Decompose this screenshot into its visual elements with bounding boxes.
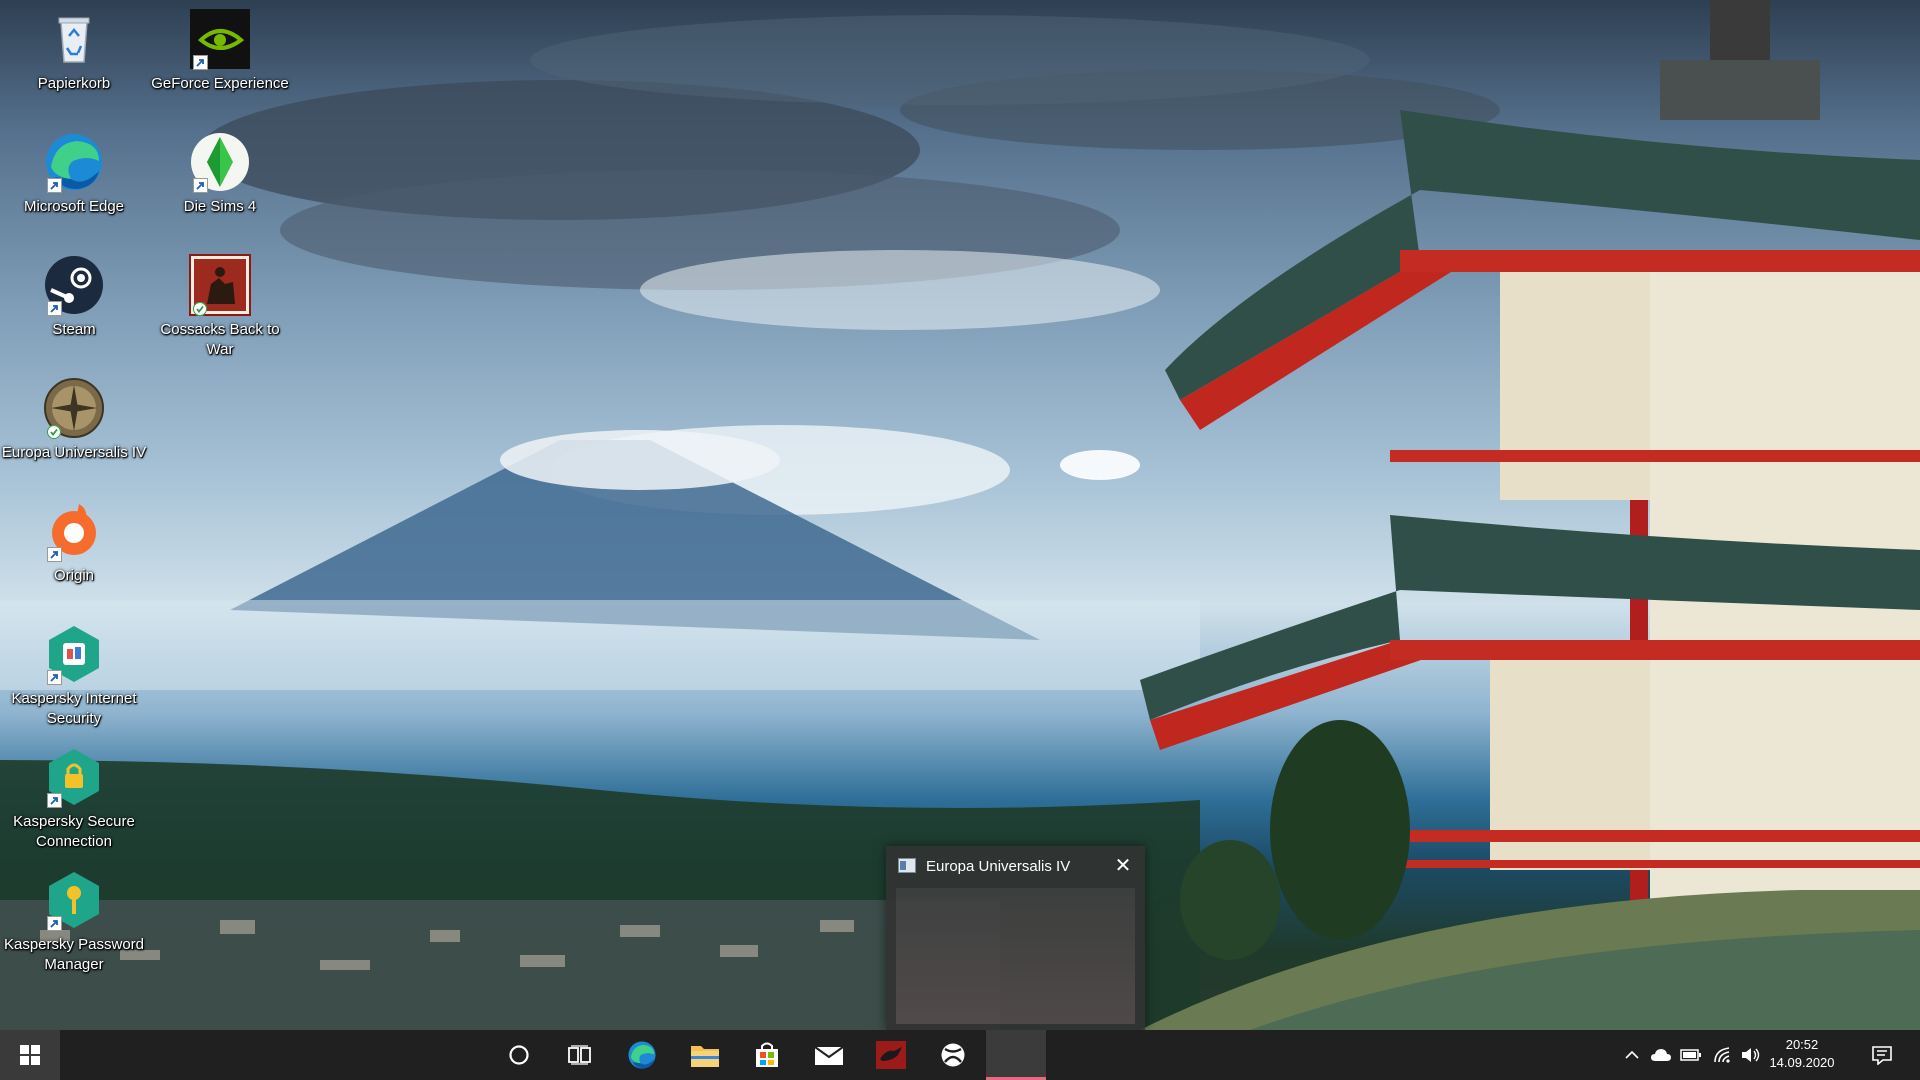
xbox-icon — [941, 1043, 965, 1067]
taskbar-file-explorer-button[interactable] — [680, 1030, 730, 1080]
desktop-icon-label: Origin — [53, 567, 94, 584]
desktop-icon-kaspersky-secure-connection[interactable]: Kaspersky Secure Connection — [0, 746, 148, 852]
start-button[interactable] — [0, 1030, 60, 1080]
desktop-icon-origin[interactable]: Origin — [0, 500, 148, 586]
cortana-icon — [509, 1045, 529, 1065]
store-icon — [756, 1042, 778, 1067]
desktop-icon-label: Microsoft Edge — [23, 198, 125, 215]
taskbar-game-button[interactable] — [866, 1030, 916, 1080]
sync-status-icon — [193, 302, 207, 316]
volume-icon — [1742, 1048, 1760, 1062]
desktop-icon-eu4[interactable]: Europa Universalis IV — [0, 377, 148, 463]
shortcut-arrow-icon — [193, 55, 208, 70]
desktop-icon-steam[interactable]: Steam — [0, 254, 148, 340]
desktop-icon-label: Europa Universalis IV — [1, 444, 147, 461]
origin-icon — [43, 500, 105, 562]
kaspersky-vpn-icon — [43, 746, 105, 808]
desktop-icon-label: Papierkorb — [37, 75, 111, 92]
desktop-icon-label: Steam — [52, 321, 96, 338]
task-view-icon — [568, 1045, 591, 1065]
taskbar-store-button[interactable] — [742, 1030, 792, 1080]
taskbar-xbox-button[interactable] — [928, 1030, 978, 1080]
window-icon — [898, 858, 916, 873]
preview-title: Europa Universalis IV — [926, 858, 1071, 875]
game-icon — [876, 1041, 906, 1069]
steam-icon — [43, 254, 105, 316]
sims-plumbob-icon — [189, 131, 251, 193]
start-icon — [20, 1045, 40, 1065]
edge-icon — [628, 1041, 656, 1069]
preview-thumbnail[interactable] — [896, 888, 1135, 1024]
shortcut-arrow-icon — [47, 547, 62, 562]
chevron-up-icon — [1625, 1050, 1639, 1059]
battery-button[interactable] — [1678, 1045, 1704, 1065]
close-icon[interactable]: ✕ — [1111, 854, 1135, 878]
kaspersky-shield-icon — [43, 623, 105, 685]
battery-icon — [1680, 1049, 1701, 1061]
desktop-icon-geforce[interactable]: GeForce Experience — [146, 8, 294, 94]
onedrive-icon — [1651, 1049, 1671, 1061]
desktop-icon-label: Kaspersky Password Manager — [3, 936, 145, 973]
desktop-icon-label: Kaspersky Secure Connection — [13, 813, 135, 850]
geforce-icon — [189, 8, 251, 70]
recycle-bin-icon — [43, 8, 105, 70]
cortana-button[interactable] — [494, 1030, 544, 1080]
network-button[interactable] — [1710, 1045, 1736, 1065]
cossacks-icon — [189, 254, 251, 316]
desktop-icon-label: Kaspersky Internet Security — [11, 690, 137, 727]
desktop-icon-label: Die Sims 4 — [183, 198, 257, 215]
eu4-compass-icon — [43, 377, 105, 439]
taskbar-edge-button[interactable] — [617, 1030, 667, 1080]
taskbar-thumbnail-preview[interactable]: Europa Universalis IV ✕ — [886, 846, 1145, 1030]
desktop-icon-kaspersky-internet-security[interactable]: Kaspersky Internet Security — [0, 623, 148, 729]
shortcut-arrow-icon — [47, 793, 62, 808]
desktop-icon-kaspersky-password-manager[interactable]: Kaspersky Password Manager — [0, 869, 148, 975]
task-view-button[interactable] — [555, 1030, 605, 1080]
taskbar-eu4-button[interactable] — [986, 1030, 1046, 1080]
desktop-icon-cossacks[interactable]: Cossacks Back to War — [146, 254, 294, 360]
notification-icon — [1872, 1046, 1892, 1065]
desktop-icon-papierkorb[interactable]: Papierkorb — [0, 8, 148, 94]
onedrive-button[interactable] — [1648, 1045, 1674, 1065]
eu4-icon — [1004, 1043, 1028, 1067]
desktop-icon-sims[interactable]: Die Sims 4 — [146, 131, 294, 217]
kaspersky-key-icon — [43, 869, 105, 931]
shortcut-arrow-icon — [47, 178, 62, 193]
shortcut-arrow-icon — [193, 178, 208, 193]
desktop-icon-label: Cossacks Back to War — [160, 321, 280, 358]
wifi-icon — [1714, 1047, 1730, 1063]
action-center-button[interactable] — [1868, 1045, 1896, 1065]
show-hidden-icons-button[interactable] — [1620, 1045, 1644, 1065]
shortcut-arrow-icon — [47, 301, 62, 316]
desktop-icon-edge[interactable]: Microsoft Edge — [0, 131, 148, 217]
shortcut-arrow-icon — [47, 916, 62, 931]
taskbar-mail-button[interactable] — [804, 1030, 854, 1080]
file-explorer-icon — [691, 1046, 719, 1067]
shortcut-arrow-icon — [47, 670, 62, 685]
clock-time: 20:52 — [1785, 1037, 1819, 1052]
sync-status-icon — [47, 425, 61, 439]
taskbar: 20:52 14.09.2020 — [0, 1030, 1920, 1080]
clock-date: 14.09.2020 — [1769, 1055, 1835, 1070]
desktop-icon-label: GeForce Experience — [151, 75, 289, 92]
edge-icon — [43, 131, 105, 193]
mail-icon — [814, 1046, 844, 1065]
clock[interactable]: 20:52 14.09.2020 — [1760, 1036, 1844, 1072]
